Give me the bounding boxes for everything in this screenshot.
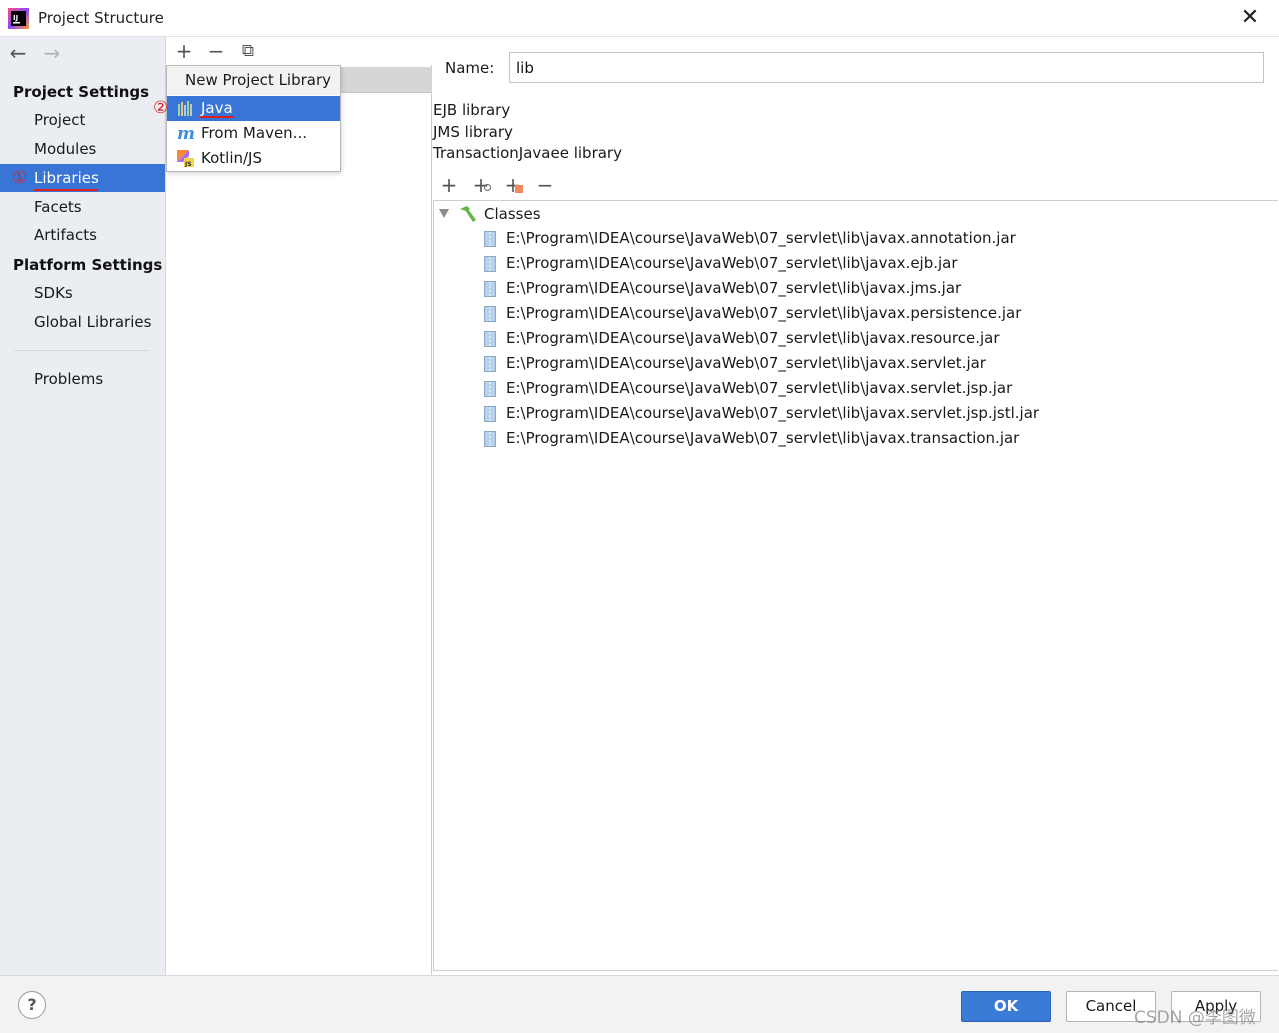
classes-tree: Classes E:\Program\IDEA\course\JavaWeb\0… [433,200,1278,971]
annotation-underline [200,116,234,118]
jar-file-icon [484,256,496,272]
sidebar-item-label: SDKs [34,284,73,302]
intellij-app-icon: IJ [8,8,29,29]
sidebar-item-label: Facets [34,198,82,216]
annotation-mark-1: ① [12,168,28,188]
remove-library-icon[interactable]: − [204,39,228,63]
hammer-icon [460,206,476,222]
project-settings-heading: Project Settings [13,83,150,101]
classes-toolbar: + + + − [434,172,574,198]
remove-root-icon[interactable]: − [532,172,558,198]
jar-path: E:\Program\IDEA\course\JavaWeb\07_servle… [506,404,1040,422]
name-label: Name: [445,59,495,77]
tree-row[interactable]: E:\Program\IDEA\course\JavaWeb\07_servle… [484,376,1184,401]
maven-icon: m [177,125,195,142]
tree-row[interactable]: E:\Program\IDEA\course\JavaWeb\07_servle… [484,251,1184,276]
svg-text:JS: JS [184,161,192,167]
classes-node-label[interactable]: Classes [484,205,541,223]
add-library-icon[interactable]: + [172,39,196,63]
window-title: Project Structure [38,9,164,27]
popup-item-from-maven[interactable]: m From Maven... [167,121,340,146]
jar-path: E:\Program\IDEA\course\JavaWeb\07_servle… [506,379,1013,397]
sidebar-item-facets[interactable]: Facets [0,193,165,221]
add-url-icon[interactable]: + [468,172,494,198]
library-list-toolbar: + − ⧉ [166,37,432,65]
popup-item-label: Kotlin/JS [201,149,262,167]
sidebar-item-label: Artifacts [34,226,97,244]
tree-row[interactable]: E:\Program\IDEA\course\JavaWeb\07_servle… [484,276,1184,301]
popup-item-kotlin-js[interactable]: JS Kotlin/JS [167,146,340,171]
new-library-popup: New Project Library Java m From Maven...… [166,65,341,172]
platform-settings-heading: Platform Settings [13,256,163,274]
tree-row[interactable]: E:\Program\IDEA\course\JavaWeb\07_servle… [484,226,1184,251]
jar-file-icon [484,381,496,397]
watermark: CSDN @李图微 [1134,1008,1256,1028]
kotlin-js-icon: JS [177,150,194,167]
java-library-icon [178,101,192,116]
tree-row[interactable]: E:\Program\IDEA\course\JavaWeb\07_servle… [484,351,1184,376]
annotation-underline [34,189,98,191]
settings-sidebar: ← → Project Settings Project Modules Lib… [0,37,166,975]
sidebar-item-global-libraries[interactable]: Global Libraries [0,308,165,336]
annotation-mark-2: ② [153,98,169,118]
popup-title: New Project Library [167,66,340,95]
sidebar-divider [14,350,150,351]
library-detail-panel: Name: EJB library JMS library Transactio… [432,37,1279,975]
jar-path: E:\Program\IDEA\course\JavaWeb\07_servle… [506,304,1022,322]
jar-file-icon [484,306,496,322]
jar-file-icon [484,331,496,347]
library-kind-jms: JMS library [433,123,513,141]
jar-file-icon [484,406,496,422]
add-root-icon[interactable]: + [436,172,462,198]
help-icon[interactable]: ? [18,991,46,1019]
library-name-input[interactable] [509,52,1264,83]
jar-path: E:\Program\IDEA\course\JavaWeb\07_servle… [506,279,962,297]
sidebar-item-label: Project [34,111,86,129]
popup-item-java[interactable]: Java [167,96,340,121]
sidebar-item-artifacts[interactable]: Artifacts [0,221,165,249]
forward-arrow-icon[interactable]: → [40,41,64,65]
tree-row[interactable]: E:\Program\IDEA\course\JavaWeb\07_servle… [484,326,1184,351]
library-kind-transaction: TransactionJavaee library [433,144,622,162]
close-icon[interactable]: ✕ [1238,6,1262,30]
popup-item-label: Java [201,99,233,117]
jar-file-icon [484,431,496,447]
collapse-triangle-icon[interactable] [439,209,449,218]
jar-path: E:\Program\IDEA\course\JavaWeb\07_servle… [506,329,1000,347]
popup-item-label: From Maven... [201,124,307,142]
jar-path: E:\Program\IDEA\course\JavaWeb\07_servle… [506,254,958,272]
tree-row[interactable]: E:\Program\IDEA\course\JavaWeb\07_servle… [484,426,1184,451]
jar-file-icon [484,281,496,297]
svg-text:IJ: IJ [13,14,18,22]
library-list-panel: + − ⧉ [166,37,432,975]
sidebar-item-modules[interactable]: Modules [0,135,165,163]
title-bar: IJ Project Structure ✕ [0,0,1279,37]
sidebar-item-problems[interactable]: Problems [0,365,165,393]
library-kind-ejb: EJB library [433,101,511,119]
sidebar-item-project[interactable]: Project [0,106,165,134]
sidebar-item-sdks[interactable]: SDKs [0,279,165,307]
back-arrow-icon[interactable]: ← [6,41,30,65]
tree-row[interactable]: E:\Program\IDEA\course\JavaWeb\07_servle… [484,301,1184,326]
add-jar-icon[interactable]: + [500,172,526,198]
svg-text:m: m [177,125,195,142]
ok-button[interactable]: OK [961,991,1051,1022]
jar-path: E:\Program\IDEA\course\JavaWeb\07_servle… [506,354,986,372]
jar-file-icon [484,356,496,372]
jar-path: E:\Program\IDEA\course\JavaWeb\07_servle… [506,429,1020,447]
sidebar-item-label: Modules [34,140,97,158]
tree-row[interactable]: E:\Program\IDEA\course\JavaWeb\07_servle… [484,401,1184,426]
copy-library-icon[interactable]: ⧉ [236,39,260,63]
dialog-footer: ? OK Cancel Apply CSDN @李图微 [0,975,1279,1033]
jar-file-icon [484,231,496,247]
jar-path: E:\Program\IDEA\course\JavaWeb\07_servle… [506,229,1016,247]
sidebar-item-label: Libraries [34,169,99,187]
sidebar-item-label: Global Libraries [34,313,152,331]
sidebar-item-label: Problems [34,370,104,388]
